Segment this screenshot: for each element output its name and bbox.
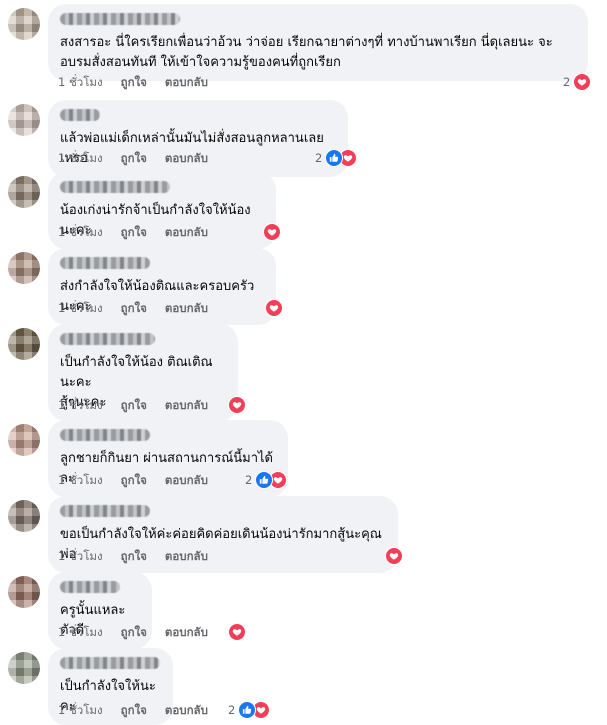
reply-button[interactable]: ตอบกลับ (165, 473, 208, 487)
reaction-summary[interactable] (385, 547, 403, 565)
like-button[interactable]: ถูกใจ (121, 549, 147, 563)
like-button[interactable]: ถูกใจ (121, 225, 147, 239)
timestamp[interactable]: 1 ชั่วโมง (58, 301, 103, 315)
author-name[interactable] (60, 181, 170, 193)
reaction-summary[interactable] (228, 396, 246, 414)
love-reaction-icon (228, 396, 246, 414)
like-button[interactable]: ถูกใจ (121, 151, 147, 165)
reply-button[interactable]: ตอบกลับ (165, 703, 208, 717)
author-name[interactable] (60, 333, 155, 345)
timestamp[interactable]: 1 ชั่วโมง (58, 473, 103, 487)
reaction-summary[interactable] (265, 299, 283, 317)
author-name[interactable] (60, 429, 150, 441)
timestamp[interactable]: 1 ชั่วโมง (58, 225, 103, 239)
author-name[interactable] (60, 581, 120, 593)
love-reaction-icon (263, 223, 281, 241)
like-button[interactable]: ถูกใจ (121, 301, 147, 315)
love-reaction-icon (573, 73, 592, 91)
author-name[interactable] (60, 657, 160, 669)
author-name[interactable] (60, 109, 100, 121)
timestamp[interactable]: 1 ชั่วโมง (58, 398, 103, 412)
reply-button[interactable]: ตอบกลับ (165, 549, 208, 563)
avatar[interactable] (8, 8, 40, 40)
author-name[interactable] (60, 13, 180, 25)
timestamp[interactable]: 1 ชั่วโมง (58, 703, 103, 717)
timestamp[interactable]: 1 ชั่วโมง (58, 549, 103, 563)
like-button[interactable]: ถูกใจ (121, 75, 147, 89)
avatar[interactable] (8, 500, 40, 532)
reaction-summary[interactable]: 2 (563, 73, 592, 91)
reaction-summary[interactable]: 2 (315, 149, 358, 167)
reaction-summary[interactable]: 2 (245, 471, 288, 489)
comment-actions: 1 ชั่วโมง ถูกใจ ตอบกลับ (58, 74, 226, 92)
love-reaction-icon (228, 623, 246, 641)
avatar[interactable] (8, 252, 40, 284)
reply-button[interactable]: ตอบกลับ (165, 151, 208, 165)
avatar[interactable] (8, 104, 40, 136)
author-name[interactable] (60, 505, 150, 517)
comment-bubble: สงสารอะ นี่ใครเรียกเพื่อนว่าอ้วน ว่าจ่อย… (48, 4, 588, 81)
comment-actions: 1 ชั่วโมง ถูกใจ ตอบกลับ (58, 472, 226, 490)
comment-actions: 1 ชั่วโมง ถูกใจ ตอบกลับ (58, 224, 226, 242)
reaction-count: 2 (228, 703, 236, 717)
reaction-summary[interactable] (228, 623, 246, 641)
like-button[interactable]: ถูกใจ (121, 473, 147, 487)
reaction-count: 2 (245, 473, 253, 487)
timestamp[interactable]: 1 ชั่วโมง (58, 75, 103, 89)
comment-actions: 1 ชั่วโมง ถูกใจ ตอบกลับ (58, 397, 226, 415)
love-reaction-icon (385, 547, 403, 565)
comment-text: สงสารอะ นี่ใครเรียกเพื่อนว่าอ้วน ว่าจ่อย… (60, 35, 553, 70)
comment-actions: 1 ชั่วโมง ถูกใจ ตอบกลับ (58, 300, 226, 318)
avatar[interactable] (8, 328, 40, 360)
like-button[interactable]: ถูกใจ (121, 703, 147, 717)
avatar[interactable] (8, 424, 40, 456)
timestamp[interactable]: 1 ชั่วโมง (58, 625, 103, 639)
reaction-count: 2 (563, 75, 571, 89)
avatar[interactable] (8, 176, 40, 208)
avatar[interactable] (8, 576, 40, 608)
reaction-summary[interactable]: 2 (228, 701, 271, 719)
timestamp[interactable]: 1 ชั่วโมง (58, 151, 103, 165)
love-reaction-icon (265, 299, 283, 317)
author-name[interactable] (60, 257, 150, 269)
reply-button[interactable]: ตอบกลับ (165, 398, 208, 412)
like-button[interactable]: ถูกใจ (121, 625, 147, 639)
avatar[interactable] (8, 652, 40, 684)
reaction-count: 2 (315, 151, 323, 165)
reply-button[interactable]: ตอบกลับ (165, 225, 208, 239)
reaction-summary[interactable] (263, 223, 281, 241)
reply-button[interactable]: ตอบกลับ (165, 301, 208, 315)
like-button[interactable]: ถูกใจ (121, 398, 147, 412)
comment-actions: 1 ชั่วโมง ถูกใจ ตอบกลับ (58, 548, 226, 566)
reply-button[interactable]: ตอบกลับ (165, 75, 208, 89)
comment-actions: 1 ชั่วโมง ถูกใจ ตอบกลับ (58, 624, 226, 642)
comment-actions: 1 ชั่วโมง ถูกใจ ตอบกลับ (58, 150, 226, 168)
comment-actions: 1 ชั่วโมง ถูกใจ ตอบกลับ (58, 702, 226, 720)
reply-button[interactable]: ตอบกลับ (165, 625, 208, 639)
